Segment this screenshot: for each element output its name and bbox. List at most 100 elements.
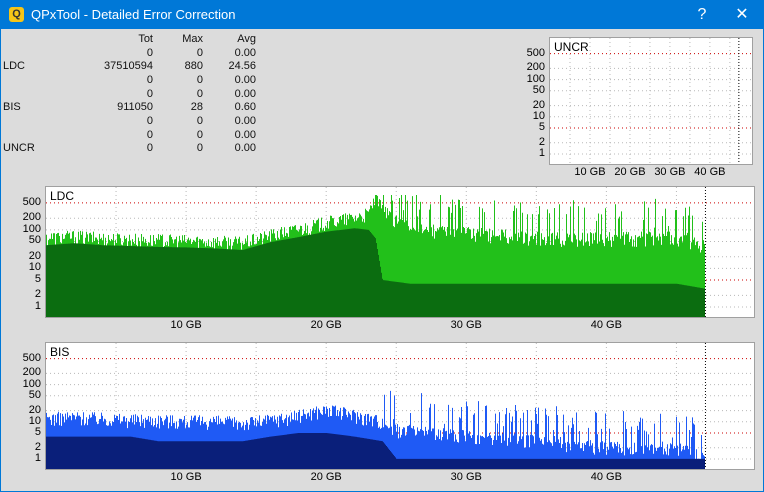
stats-avg: 0.00 — [234, 87, 256, 100]
bis-plot-title: BIS — [50, 345, 70, 359]
bis-chart-svg — [46, 343, 754, 469]
y-tick-label: 100 — [22, 377, 41, 390]
stats-max: 28 — [190, 101, 203, 114]
qpxtool-window: Q QPxTool - Detailed Error Correction ? … — [1, 1, 763, 491]
y-tick-label: 2 — [34, 288, 41, 301]
uncr-plot-area: UNCR — [549, 37, 753, 165]
y-tick-label: 10 — [28, 261, 41, 274]
stats-row: 0 0 0.00 — [3, 87, 256, 101]
stats-avg: 0.00 — [234, 73, 256, 86]
stats-row: 0 0 0.00 — [3, 46, 256, 60]
stats-avg: 0.00 — [234, 46, 256, 59]
stats-tot: 0 — [146, 142, 153, 155]
y-tick-label: 10 — [28, 414, 41, 427]
stats-row: BIS 911050 28 0.60 — [3, 100, 256, 114]
y-tick-label: 1 — [538, 147, 545, 159]
x-tick-label: 30 GB — [450, 319, 482, 331]
y-tick-label: 10 — [532, 109, 545, 122]
client-area: Tot Max Avg 0 0 0.00 LDC 37510594 880 24.56 0… — [1, 29, 763, 491]
stats-header-tot: Tot — [138, 32, 153, 45]
bis-plot-area: BIS — [45, 342, 755, 470]
stats-header-label — [3, 32, 53, 46]
app-logo-icon: Q — [9, 7, 24, 22]
x-tick-label: 10 GB — [170, 319, 202, 331]
y-tick-label: 50 — [28, 234, 41, 247]
stats-header-avg: Avg — [237, 32, 256, 45]
stats-row: 0 0 0.00 — [3, 114, 256, 128]
stats-max: 0 — [196, 87, 203, 100]
x-tick-label: 40 GB — [590, 471, 622, 483]
ldc-plot-area: LDC — [45, 186, 755, 318]
y-tick-label: 1 — [34, 452, 41, 464]
x-tick-label: 40 GB — [590, 319, 622, 331]
stats-label: UNCR — [3, 142, 35, 155]
y-tick-label: 200 — [22, 366, 41, 379]
x-tick-label: 40 GB — [694, 166, 726, 178]
uncr-chart-svg — [550, 38, 752, 164]
y-tick-label: 500 — [22, 351, 41, 364]
stats-label — [3, 73, 53, 87]
stats-table: Tot Max Avg 0 0 0.00 LDC 37510594 880 24.56 0… — [3, 32, 256, 155]
stats-max: 880 — [184, 60, 203, 73]
y-tick-label: 2 — [34, 440, 41, 453]
stats-label — [3, 128, 53, 142]
y-tick-label: 20 — [28, 249, 41, 262]
y-tick-label: 20 — [532, 98, 545, 111]
y-tick-label: 100 — [22, 222, 41, 235]
stats-header-row: Tot Max Avg — [3, 32, 256, 46]
window-title: QPxTool - Detailed Error Correction — [31, 7, 236, 22]
ldc-plot-title: LDC — [50, 189, 75, 203]
stats-tot: 0 — [146, 114, 153, 127]
stats-tot: 0 — [146, 128, 153, 141]
x-tick-label: 30 GB — [450, 471, 482, 483]
stats-avg: 0.00 — [234, 142, 256, 155]
stats-avg: 0.60 — [234, 101, 256, 114]
stats-tot: 0 — [146, 87, 153, 100]
stats-max: 0 — [196, 46, 203, 59]
x-tick-label: 30 GB — [654, 166, 686, 178]
stats-avg: 0.00 — [234, 128, 256, 141]
stats-label — [3, 114, 53, 128]
ldc-chart-svg — [46, 187, 754, 317]
stats-row: LDC 37510594 880 24.56 — [3, 59, 256, 73]
y-tick-label: 5 — [34, 425, 41, 438]
stats-label — [3, 87, 53, 101]
close-button[interactable]: ✕ — [725, 1, 759, 29]
y-tick-label: 1 — [34, 300, 41, 312]
y-tick-label: 100 — [526, 72, 545, 85]
stats-max: 0 — [196, 114, 203, 127]
stats-avg: 0.00 — [234, 114, 256, 127]
stats-tot: 911050 — [117, 101, 153, 114]
x-tick-label: 20 GB — [310, 471, 342, 483]
x-tick-label: 10 GB — [574, 166, 606, 178]
help-button[interactable]: ? — [685, 1, 719, 29]
x-tick-label: 20 GB — [614, 166, 646, 178]
y-tick-label: 50 — [28, 388, 41, 401]
stats-avg: 24.56 — [228, 60, 256, 73]
stats-tot: 37510594 — [104, 60, 153, 73]
y-tick-label: 500 — [22, 195, 41, 208]
y-tick-label: 5 — [34, 273, 41, 286]
title-bar: Q QPxTool - Detailed Error Correction ? … — [1, 1, 763, 29]
stats-row: UNCR 0 0 0.00 — [3, 142, 256, 156]
stats-tot: 0 — [146, 73, 153, 86]
stats-label: BIS — [3, 101, 21, 114]
y-tick-label: 200 — [526, 61, 545, 74]
stats-max: 0 — [196, 142, 203, 155]
stats-max: 0 — [196, 73, 203, 86]
y-tick-label: 50 — [532, 83, 545, 96]
ldc-chart-panel: LDC 500 200 100 50 20 10 5 2 1 10 GB 20 GB 30 GB 40 G… — [9, 186, 755, 334]
stats-tot: 0 — [146, 46, 153, 59]
y-tick-label: 20 — [28, 403, 41, 416]
y-tick-label: 5 — [538, 120, 545, 133]
stats-row: 0 0 0.00 — [3, 73, 256, 87]
stats-header-max: Max — [182, 32, 203, 45]
stats-label: LDC — [3, 60, 26, 73]
y-tick-label: 500 — [526, 46, 545, 59]
uncr-plot-title: UNCR — [554, 40, 589, 54]
y-tick-label: 200 — [22, 211, 41, 224]
uncr-chart-panel: UNCR 500 200 100 50 20 10 5 2 1 10 GB 20 GB 30 GB 40 … — [513, 37, 753, 181]
y-tick-label: 2 — [538, 135, 545, 148]
stats-row: 0 0 0.00 — [3, 128, 256, 142]
x-tick-label: 20 GB — [310, 319, 342, 331]
